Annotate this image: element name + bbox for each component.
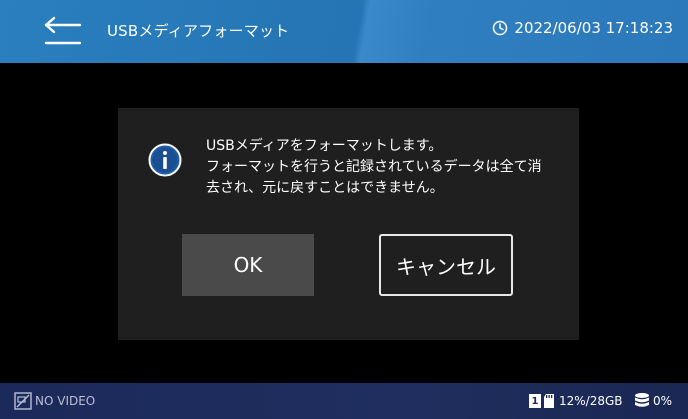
- back-arrow-icon: [44, 16, 82, 45]
- dialog-message: USBメディアをフォーマットします。 フォーマットを行うと記録されているデータは…: [206, 136, 566, 199]
- datetime-label: 2022/06/03 17:18:23: [514, 19, 673, 37]
- message-line-3: 去され、元に戻すことはできません。: [206, 180, 444, 196]
- slot-number-badge: 1: [529, 394, 541, 408]
- ok-button[interactable]: OK: [182, 234, 314, 296]
- format-confirm-dialog: USBメディアをフォーマットします。 フォーマットを行うと記録されているデータは…: [118, 108, 579, 340]
- video-status: NO VIDEO: [35, 394, 96, 408]
- message-line-1: USBメディアをフォーマットします。: [206, 138, 443, 154]
- message-line-2: フォーマットを行うと記録されているデータは全て消: [206, 159, 542, 175]
- clock-icon: [493, 20, 508, 36]
- storage-status: 12%/28GB: [559, 394, 623, 408]
- header-bar: USBメディアフォーマット 2022/06/03 17:18:23: [0, 0, 688, 63]
- database-status: 0%: [653, 394, 673, 408]
- database-icon: [635, 393, 649, 407]
- back-button[interactable]: [42, 15, 86, 49]
- clock: 2022/06/03 17:18:23: [492, 19, 673, 37]
- status-bar: NO VIDEO 1 12%/28GB 0%: [0, 383, 688, 419]
- info-icon: [148, 143, 182, 177]
- no-video-icon: [14, 392, 32, 410]
- cancel-button[interactable]: キャンセル: [379, 234, 513, 296]
- storage-card-icon: [544, 394, 554, 408]
- main-area: USBメディアをフォーマットします。 フォーマットを行うと記録されているデータは…: [0, 63, 688, 383]
- page-title: USBメディアフォーマット: [107, 22, 290, 40]
